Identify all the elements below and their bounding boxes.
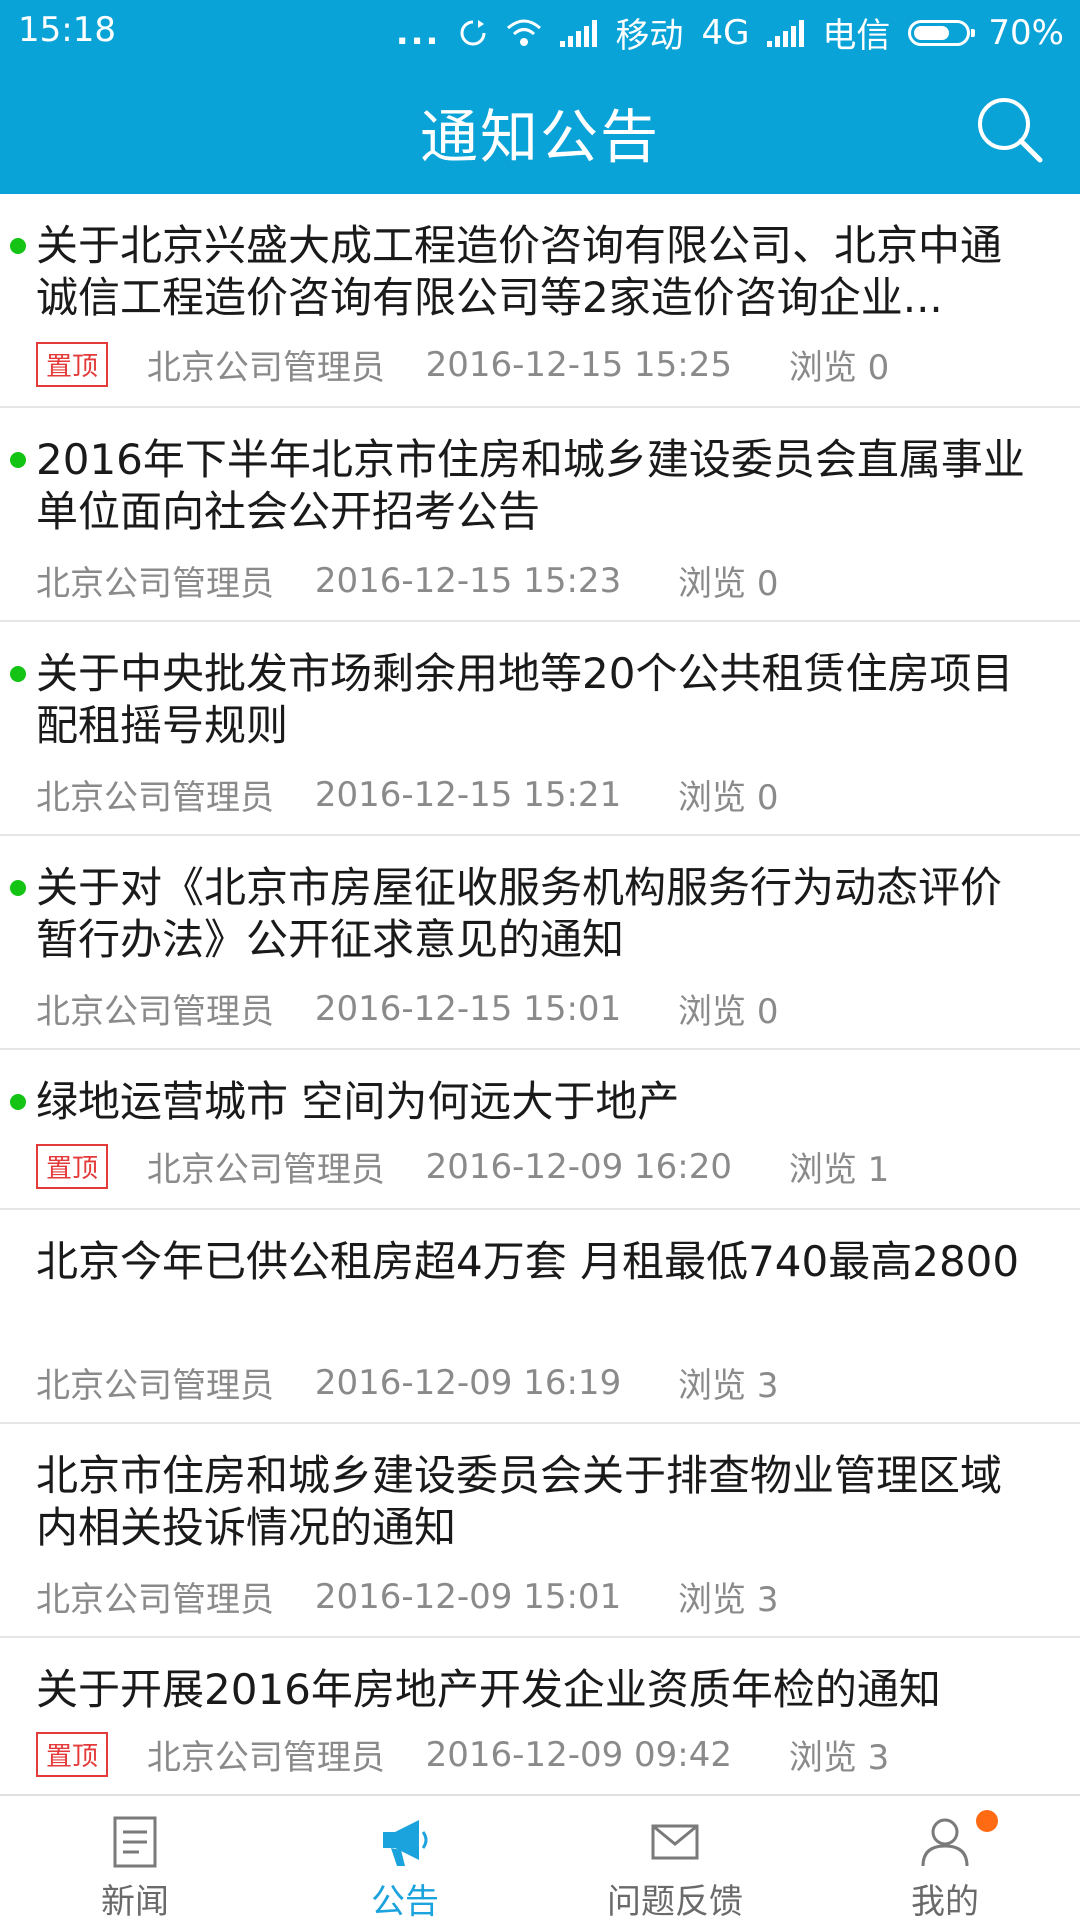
wifi-icon bbox=[507, 19, 542, 46]
unread-dot bbox=[10, 880, 26, 896]
user-icon bbox=[921, 1818, 969, 1867]
list-item[interactable]: 北京市住房和城乡建设委员会关于排查物业管理区域内相关投诉情况的通知 北京公司管理… bbox=[0, 1424, 1080, 1638]
list-item[interactable]: 2016年下半年北京市住房和城乡建设委员会直属事业单位面向社会公开招考公告 北京… bbox=[0, 408, 1080, 622]
item-views: 浏览 0 bbox=[678, 778, 779, 818]
bottom-tab-bar: 新闻 公告 问题反馈 我的 bbox=[0, 1794, 1080, 1922]
signal-icon-2 bbox=[767, 19, 805, 47]
item-author: 北京公司管理员 bbox=[36, 1580, 274, 1620]
tab-news[interactable]: 新闻 bbox=[0, 1796, 270, 1922]
list-item[interactable]: 关于对《北京市房屋征收服务机构服务行为动态评价暂行办法》公开征求意见的通知 北京… bbox=[0, 836, 1080, 1050]
item-author: 北京公司管理员 bbox=[146, 1150, 385, 1190]
item-datetime: 2016-12-09 15:01 bbox=[314, 1576, 622, 1617]
item-views: 浏览 0 bbox=[678, 992, 779, 1032]
pinned-badge: 置顶 bbox=[36, 342, 109, 387]
tab-label: 公告 bbox=[371, 1882, 439, 1922]
tab-feedback[interactable]: 问题反馈 bbox=[540, 1796, 810, 1922]
item-meta: 置顶 北京公司管理员 2016-12-09 16:20 浏览 1 bbox=[36, 1142, 889, 1191]
item-datetime: 2016-12-15 15:01 bbox=[314, 988, 622, 1029]
item-datetime: 2016-12-15 15:23 bbox=[314, 560, 622, 601]
more-dots-icon: ... bbox=[395, 12, 441, 53]
item-meta: 北京公司管理员 2016-12-15 15:01 浏览 0 bbox=[36, 984, 778, 1033]
item-datetime: 2016-12-15 15:21 bbox=[314, 774, 622, 815]
page-title: 通知公告 bbox=[419, 103, 660, 171]
pinned-badge: 置顶 bbox=[36, 1144, 109, 1189]
network-type: 4G bbox=[701, 12, 750, 53]
item-title: 北京今年已供公租房超4万套 月租最低740最高2800 bbox=[36, 1237, 1020, 1286]
list-item[interactable]: 关于北京兴盛大成工程造价咨询有限公司、北京中通诚信工程造价咨询有限公司等2家造价… bbox=[0, 194, 1080, 408]
item-title: 关于对《北京市房屋征收服务机构服务行为动态评价暂行办法》公开征求意见的通知 bbox=[36, 863, 1003, 964]
tab-label: 新闻 bbox=[101, 1882, 169, 1922]
status-time: 15:18 bbox=[18, 10, 116, 50]
item-title: 关于北京兴盛大成工程造价咨询有限公司、北京中通诚信工程造价咨询有限公司等2家造价… bbox=[36, 221, 1003, 322]
pinned-badge: 置顶 bbox=[36, 1732, 109, 1777]
list-item[interactable]: 关于中央批发市场剩余用地等20个公共租赁住房项目配租摇号规则 北京公司管理员 2… bbox=[0, 622, 1080, 836]
search-button[interactable] bbox=[970, 90, 1050, 170]
news-icon bbox=[113, 1816, 157, 1868]
item-meta: 北京公司管理员 2016-12-09 15:01 浏览 3 bbox=[36, 1572, 778, 1621]
megaphone-icon bbox=[383, 1820, 428, 1866]
unread-dot bbox=[10, 238, 26, 254]
item-datetime: 2016-12-09 16:19 bbox=[314, 1362, 622, 1403]
item-views: 浏览 3 bbox=[788, 1738, 890, 1778]
item-author: 北京公司管理员 bbox=[36, 1366, 274, 1406]
item-views: 浏览 3 bbox=[678, 1366, 779, 1406]
item-author: 北京公司管理员 bbox=[36, 564, 274, 604]
item-meta: 置顶 北京公司管理员 2016-12-09 09:42 浏览 3 bbox=[36, 1730, 889, 1779]
tab-label: 问题反馈 bbox=[607, 1882, 743, 1922]
item-title: 绿地运营城市 空间为何远大于地产 bbox=[36, 1077, 680, 1126]
notice-list: 关于北京兴盛大成工程造价咨询有限公司、北京中通诚信工程造价咨询有限公司等2家造价… bbox=[0, 194, 1080, 1798]
unread-dot bbox=[10, 666, 26, 682]
carrier-2: 电信 bbox=[822, 16, 891, 56]
item-author: 北京公司管理员 bbox=[36, 992, 274, 1032]
sync-icon bbox=[460, 19, 486, 45]
item-views: 浏览 0 bbox=[678, 564, 779, 604]
item-views: 浏览 0 bbox=[788, 348, 890, 388]
status-bar: 15:18 ... 移动 4G 电信 70% bbox=[0, 0, 1080, 60]
mail-icon bbox=[651, 1824, 699, 1860]
title-bar: 通知公告 bbox=[0, 60, 1080, 194]
tab-label: 我的 bbox=[911, 1882, 979, 1922]
status-icons: ... 移动 4G 电信 70% bbox=[396, 8, 1064, 57]
item-title: 北京市住房和城乡建设委员会关于排查物业管理区域内相关投诉情况的通知 bbox=[36, 1451, 1003, 1552]
item-datetime: 2016-12-09 09:42 bbox=[425, 1734, 733, 1775]
battery-icon bbox=[908, 19, 976, 46]
list-item[interactable]: 绿地运营城市 空间为何远大于地产 置顶 北京公司管理员 2016-12-09 1… bbox=[0, 1050, 1080, 1210]
item-meta: 置顶 北京公司管理员 2016-12-15 15:25 浏览 0 bbox=[36, 340, 889, 389]
item-author: 北京公司管理员 bbox=[36, 778, 274, 818]
item-datetime: 2016-12-15 15:25 bbox=[425, 344, 733, 385]
unread-dot bbox=[10, 452, 26, 468]
item-author: 北京公司管理员 bbox=[146, 1738, 385, 1778]
unread-dot bbox=[10, 1094, 26, 1110]
item-title: 关于开展2016年房地产开发企业资质年检的通知 bbox=[36, 1665, 941, 1714]
item-title: 2016年下半年北京市住房和城乡建设委员会直属事业单位面向社会公开招考公告 bbox=[36, 435, 1025, 536]
item-views: 浏览 1 bbox=[788, 1150, 890, 1190]
item-title: 关于中央批发市场剩余用地等20个公共租赁住房项目配租摇号规则 bbox=[36, 649, 1014, 750]
tab-notices[interactable]: 公告 bbox=[270, 1796, 540, 1922]
item-datetime: 2016-12-09 16:20 bbox=[425, 1146, 733, 1187]
carrier-1: 移动 bbox=[615, 16, 684, 56]
signal-icon bbox=[560, 19, 598, 47]
item-meta: 北京公司管理员 2016-12-15 15:23 浏览 0 bbox=[36, 556, 778, 605]
list-item[interactable]: 北京今年已供公租房超4万套 月租最低740最高2800 北京公司管理员 2016… bbox=[0, 1210, 1080, 1424]
item-meta: 北京公司管理员 2016-12-15 15:21 浏览 0 bbox=[36, 770, 778, 819]
item-views: 浏览 3 bbox=[678, 1580, 779, 1620]
notification-dot bbox=[976, 1810, 998, 1832]
list-item[interactable]: 关于开展2016年房地产开发企业资质年检的通知 置顶 北京公司管理员 2016-… bbox=[0, 1638, 1080, 1798]
item-author: 北京公司管理员 bbox=[146, 348, 385, 388]
tab-mine[interactable]: 我的 bbox=[810, 1796, 1080, 1922]
item-meta: 北京公司管理员 2016-12-09 16:19 浏览 3 bbox=[36, 1358, 778, 1407]
search-icon bbox=[978, 98, 1043, 163]
battery-percent: 70% bbox=[988, 12, 1064, 53]
